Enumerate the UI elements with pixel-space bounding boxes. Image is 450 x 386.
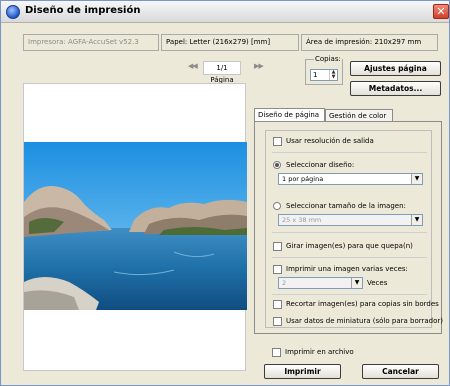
page-navigator: ◀◀ 1/1 Página ▶▶	[186, 61, 276, 84]
select-layout-radio[interactable]	[273, 161, 281, 169]
crop-borderless-label: Recortar imagen(es) para copias sin bord…	[286, 300, 439, 308]
divider	[272, 294, 427, 295]
print-button[interactable]: Imprimir	[264, 364, 341, 379]
close-button[interactable]: ✕	[433, 4, 449, 19]
metadata-button[interactable]: Metadatos...	[350, 81, 441, 96]
chevron-down-icon[interactable]: ▼	[411, 174, 422, 184]
divider	[272, 152, 427, 153]
select-layout-label: Seleccionar diseño:	[286, 161, 355, 169]
chevron-down-icon[interactable]: ▼	[351, 278, 362, 288]
use-output-resolution-label: Usar resolución de salida	[286, 137, 374, 145]
copies-input[interactable]: 1 ▲ ▼	[310, 69, 338, 81]
page-indicator: 1/1 Página	[203, 61, 241, 84]
times-label: Veces	[367, 279, 388, 287]
page-layout-panel: Usar resolución de salida Seleccionar di…	[254, 121, 443, 334]
print-layout-dialog: Diseño de impresión ✕ Impresora: AGFA-Ac…	[0, 0, 450, 386]
print-preview	[23, 83, 247, 371]
app-icon	[6, 5, 20, 19]
layout-options-group: Usar resolución de salida Seleccionar di…	[265, 130, 443, 328]
cancel-button[interactable]: Cancelar	[362, 364, 439, 379]
use-thumbnail-label: Usar datos de miniatura (sólo para borra…	[286, 317, 444, 325]
paper-info: Papel: Letter (216x279) [mm]	[161, 34, 299, 51]
layout-select[interactable]: 1 por página ▼	[278, 173, 423, 185]
use-output-resolution-checkbox[interactable]	[273, 137, 282, 146]
print-area-info: Área de impresión: 210x297 mm	[301, 34, 438, 51]
print-to-file-label: Imprimir en archivo	[285, 348, 354, 356]
use-thumbnail-checkbox[interactable]	[273, 317, 282, 326]
divider	[272, 232, 427, 233]
times-select-value: 2	[282, 279, 287, 287]
next-page-icon[interactable]: ▶▶	[254, 62, 264, 70]
print-multiple-label: Imprimir una imagen varias veces:	[286, 265, 408, 273]
image-size-select-value: 25 x 38 mm	[282, 216, 322, 224]
select-image-size-label: Seleccionar tamaño de la imagen:	[286, 202, 406, 210]
window-title: Diseño de impresión	[25, 5, 141, 16]
copies-label: Copias:	[314, 55, 342, 63]
copies-value: 1	[313, 71, 318, 79]
select-image-size-radio[interactable]	[273, 202, 281, 210]
copies-group: Copias: 1 ▲ ▼	[305, 55, 343, 85]
spin-down-icon[interactable]: ▼	[330, 75, 337, 80]
crop-borderless-checkbox[interactable]	[273, 300, 282, 309]
chevron-down-icon[interactable]: ▼	[411, 215, 422, 225]
divider	[272, 257, 427, 258]
times-select[interactable]: 2 ▼	[278, 277, 363, 289]
print-to-file-checkbox[interactable]	[272, 348, 281, 357]
page-setup-button[interactable]: Ajustes página	[350, 61, 441, 76]
tab-page-layout[interactable]: Diseño de página	[254, 108, 325, 122]
title-bar: Diseño de impresión ✕	[1, 1, 449, 23]
copies-spinner[interactable]: ▲ ▼	[329, 70, 337, 80]
rotate-to-fit-checkbox[interactable]	[273, 242, 282, 251]
image-size-select[interactable]: 25 x 38 mm ▼	[278, 214, 423, 226]
printer-info: Impresora: AGFA-AccuSet v52.3	[23, 34, 159, 51]
layout-select-value: 1 por página	[282, 175, 324, 183]
preview-photo	[24, 142, 247, 310]
rotate-to-fit-label: Girar imagen(es) para que quepa(n)	[286, 242, 413, 250]
print-multiple-checkbox[interactable]	[273, 265, 282, 274]
prev-page-icon[interactable]: ◀◀	[188, 62, 198, 70]
